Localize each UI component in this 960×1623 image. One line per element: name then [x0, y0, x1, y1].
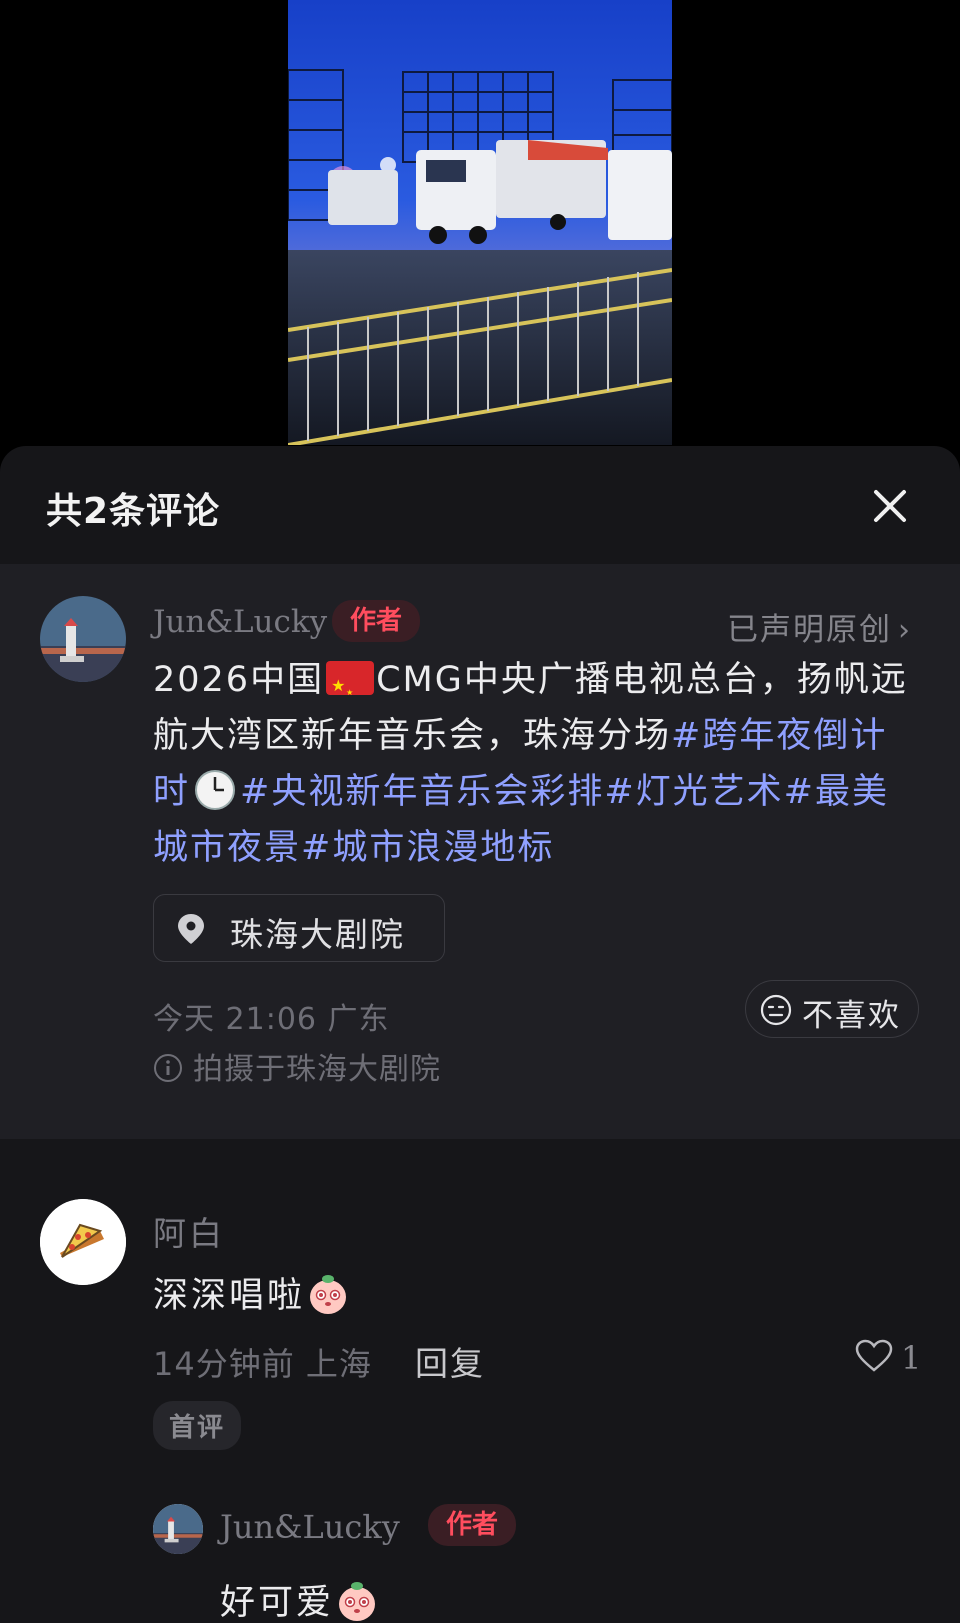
post-photo[interactable]: [288, 0, 672, 445]
hashtag-link[interactable]: #城市浪漫地标: [301, 828, 554, 868]
dislike-button[interactable]: 不喜欢: [745, 980, 919, 1038]
chevron-right-icon: ›: [898, 613, 912, 648]
pizza-icon: [40, 1199, 126, 1285]
author-reply: Jun&Lucky 作者 好可爱: [0, 1464, 960, 1623]
reply-text: 好可爱: [220, 1574, 380, 1623]
location-chip[interactable]: 珠海大剧院: [153, 894, 445, 962]
comment-item: 阿白 深深唱啦 14分钟前 上海 回复 1 首评 Jun&Lucky 作者 好可…: [0, 1139, 960, 1623]
author-avatar[interactable]: [40, 596, 126, 682]
close-icon: [874, 490, 906, 522]
comment-text: 深深唱啦: [153, 1267, 351, 1318]
author-badge: 作者: [332, 600, 421, 642]
like-count: 1: [901, 1339, 922, 1377]
comment-count-title: 共2条评论: [46, 491, 221, 532]
hashtag-link[interactable]: #灯光艺术: [604, 772, 783, 812]
original-post: Jun&Lucky 作者 已声明原创› 2026中国CMG中央广播电视总台，扬帆…: [0, 564, 960, 1139]
original-declared-link[interactable]: 已声明原创 ›: [727, 604, 912, 649]
author-badge: 作者: [428, 1504, 517, 1546]
first-comment-badge: 首评: [153, 1401, 242, 1450]
heart-icon: [855, 1339, 893, 1372]
location-label: 珠海大剧院: [230, 915, 405, 954]
location-pin-icon: [178, 914, 204, 944]
reply-author-avatar[interactable]: [153, 1504, 203, 1554]
comment-text-body: 深深唱啦: [153, 1276, 306, 1316]
reply-author-name[interactable]: Jun&Lucky: [220, 1508, 400, 1546]
post-author-name[interactable]: Jun&Lucky: [153, 604, 327, 640]
shot-location-info: 拍摄于珠海大剧院: [153, 1044, 441, 1088]
hashtag-link[interactable]: #央视新年音乐会彩排: [240, 772, 604, 812]
comment-time-region: 14分钟前 上海: [153, 1345, 372, 1383]
shot-location-text: 拍摄于珠海大剧院: [193, 1052, 441, 1087]
peach-emoji: [339, 1582, 376, 1621]
commenter-name[interactable]: 阿白: [153, 1207, 225, 1255]
commenter-avatar[interactable]: [40, 1199, 126, 1285]
original-declared-label: 已声明原创: [727, 612, 892, 648]
lighthouse-avatar-image: [153, 1504, 203, 1554]
neutral-face-icon: [760, 994, 792, 1026]
lighthouse-avatar-image: [40, 596, 126, 682]
reply-text-body: 好可爱: [220, 1583, 335, 1623]
post-text: 2026中国CMG中央广播电视总台，扬帆远航大湾区新年音乐会，珠海分场#跨年夜倒…: [153, 652, 923, 876]
post-text-prefix: 2026中国: [153, 660, 325, 700]
stage-night-photo: [288, 0, 672, 445]
reply-button[interactable]: 回复: [415, 1337, 485, 1385]
close-button[interactable]: [866, 482, 914, 530]
like-button[interactable]: 1: [855, 1339, 921, 1377]
dislike-label: 不喜欢: [802, 998, 901, 1034]
china-flag-emoji: [326, 658, 375, 721]
clock-emoji: [195, 770, 236, 810]
peach-emoji: [310, 1275, 347, 1314]
sheet-header: 共2条评论: [0, 446, 960, 564]
post-time-region: 今天 21:06 广东: [153, 1002, 390, 1037]
info-icon: [154, 1054, 182, 1082]
comment-sheet: 共2条评论 Jun&Lucky 作者 已声明原创› 2026中国CM: [0, 446, 960, 1623]
